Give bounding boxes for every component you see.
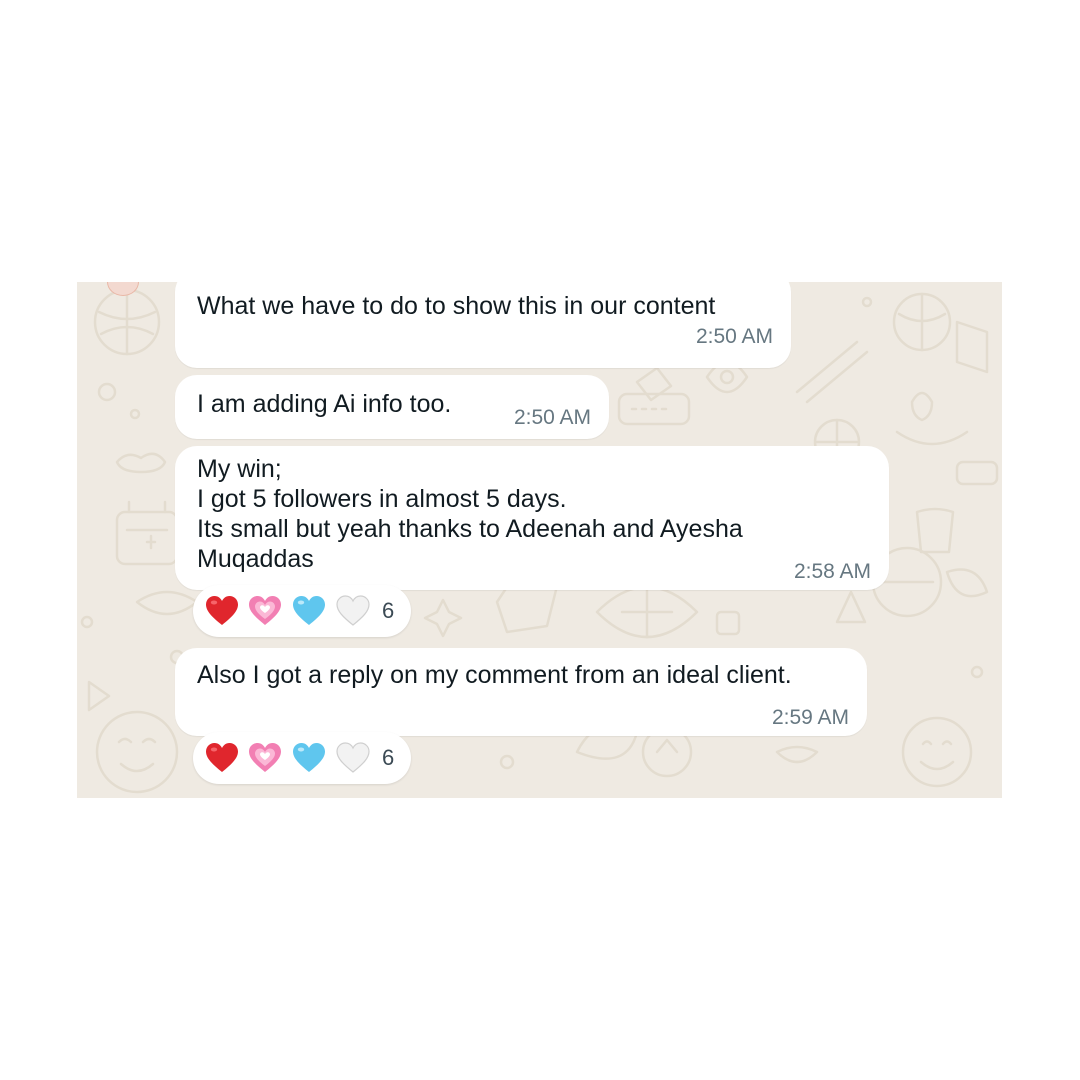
message-bubble[interactable]: Also I got a reply on my comment from an… (175, 648, 867, 736)
message-bubble[interactable]: What we have to do to show this in our c… (175, 282, 791, 368)
white-heart-icon (336, 595, 370, 626)
message-text: What we have to do to show this in our c… (197, 292, 716, 320)
light-blue-heart-icon (293, 743, 325, 772)
chat-area[interactable]: What we have to do to show this in our c… (77, 282, 1002, 798)
message-text: I am adding Ai info too. (197, 390, 452, 418)
reaction-count: 6 (382, 745, 395, 770)
message-reactions[interactable]: 6 (193, 585, 411, 637)
light-blue-heart-icon (293, 596, 325, 625)
message-timestamp: 2:50 AM (695, 325, 773, 348)
message-timestamp: 2:58 AM (793, 560, 871, 583)
message-text: My win; I got 5 followers in almost 5 da… (197, 455, 743, 573)
red-heart-icon (206, 596, 238, 625)
message-reactions[interactable]: 6 (193, 732, 411, 784)
pink-sparkling-heart-icon (249, 743, 281, 772)
message-timestamp: 2:59 AM (771, 706, 849, 729)
red-heart-icon (206, 743, 238, 772)
message-bubble[interactable]: I am adding Ai info too. 2:50 AM (175, 375, 609, 439)
message-timestamp: 2:50 AM (513, 406, 591, 429)
pink-sparkling-heart-icon (249, 596, 281, 625)
message-text: Also I got a reply on my comment from an… (197, 661, 792, 689)
white-heart-icon (336, 742, 370, 773)
reaction-count: 6 (382, 598, 395, 623)
message-bubble[interactable]: My win; I got 5 followers in almost 5 da… (175, 446, 889, 590)
